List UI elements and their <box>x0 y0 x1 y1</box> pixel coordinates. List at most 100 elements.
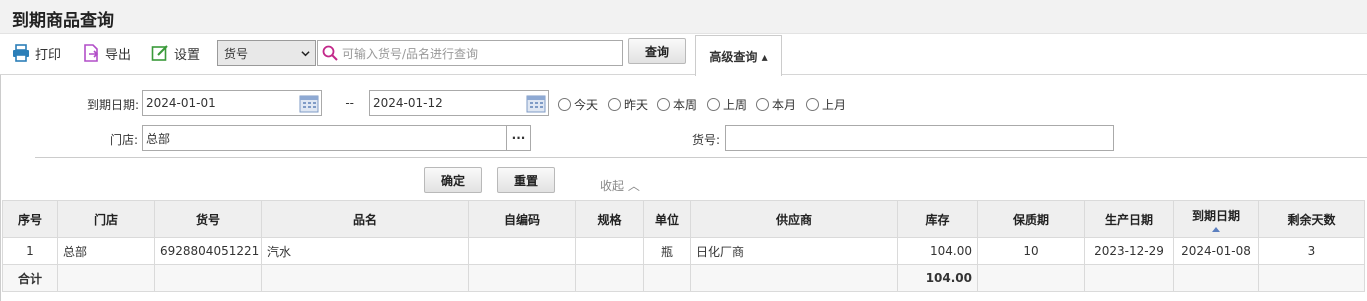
filter-divider <box>35 157 1367 158</box>
col-header-store[interactable]: 门店 <box>57 200 155 238</box>
date-from-value: 2024-01-01 <box>146 96 216 110</box>
search-field-select[interactable]: 货号 <box>217 40 316 66</box>
total-empty <box>575 264 644 292</box>
advanced-query-tab[interactable]: 高级查询 ▴ <box>695 35 782 76</box>
cell-index: 1 <box>2 237 58 265</box>
radio-circle <box>657 98 670 111</box>
sku-field[interactable] <box>725 125 1114 151</box>
search-placeholder: 可输入货号/品名进行查询 <box>342 46 479 61</box>
cell-expiry-date: 2024-01-08 <box>1173 237 1259 265</box>
col-header-expiry-date[interactable]: 到期日期 <box>1173 200 1259 238</box>
total-empty <box>690 264 898 292</box>
page-title: 到期商品查询 <box>12 11 114 31</box>
radio-this-month-label: 本月 <box>772 98 797 112</box>
settings-label: 设置 <box>174 47 201 63</box>
total-empty <box>1173 264 1259 292</box>
title-bar: 到期商品查询 <box>0 0 1367 34</box>
expiry-date-label: 到期日期: <box>86 98 139 112</box>
col-header-shelf-life[interactable]: 保质期 <box>977 200 1085 238</box>
radio-today[interactable]: 今天 <box>558 96 598 113</box>
col-header-index[interactable]: 序号 <box>2 200 58 238</box>
cell-stock: 104.00 <box>897 237 978 265</box>
settings-button[interactable]: 设置 <box>151 43 200 63</box>
cell-shelf-life: 10 <box>977 237 1085 265</box>
col-header-production-date[interactable]: 生产日期 <box>1084 200 1174 238</box>
export-button[interactable]: 导出 <box>82 43 131 63</box>
store-picker-button[interactable]: ··· <box>506 126 530 150</box>
col-header-days-remaining[interactable]: 剩余天数 <box>1258 200 1365 238</box>
sku-label: 货号: <box>691 133 720 147</box>
export-icon <box>84 44 99 62</box>
calendar-icon[interactable] <box>526 94 546 113</box>
query-button[interactable]: 查询 <box>628 38 686 64</box>
cell-store: 总部 <box>57 237 155 265</box>
col-header-name[interactable]: 品名 <box>261 200 469 238</box>
edit-settings-icon <box>151 45 168 61</box>
collapse-toggle[interactable]: 收起 ︿ <box>600 177 640 194</box>
radio-yesterday-label: 昨天 <box>624 98 649 112</box>
total-label: 合计 <box>2 264 58 292</box>
search-icon <box>322 45 338 61</box>
radio-this-week[interactable]: 本周 <box>657 96 697 113</box>
radio-circle <box>756 98 769 111</box>
col-header-sku[interactable]: 货号 <box>154 200 262 238</box>
radio-last-month-label: 上月 <box>822 98 847 112</box>
radio-circle <box>608 98 621 111</box>
table-header-row: 序号 门店 货号 品名 自编码 规格 单位 供应商 库存 保质期 生产日期 到期… <box>2 200 1365 238</box>
col-header-supplier[interactable]: 供应商 <box>690 200 898 238</box>
col-header-unit[interactable]: 单位 <box>643 200 691 238</box>
cell-production-date: 2023-12-29 <box>1084 237 1174 265</box>
total-empty <box>643 264 691 292</box>
date-to-field[interactable]: 2024-01-12 <box>369 90 549 116</box>
cell-unit: 瓶 <box>643 237 691 265</box>
cell-spec <box>575 237 644 265</box>
store-label: 门店: <box>109 133 138 147</box>
reset-button[interactable]: 重置 <box>497 167 555 193</box>
radio-circle <box>707 98 720 111</box>
cell-supplier: 日化厂商 <box>690 237 898 265</box>
radio-last-week[interactable]: 上周 <box>707 96 747 113</box>
radio-this-month[interactable]: 本月 <box>756 96 796 113</box>
total-empty <box>1084 264 1174 292</box>
total-empty <box>1258 264 1365 292</box>
col-header-stock[interactable]: 库存 <box>897 200 978 238</box>
search-field-select-value: 货号 <box>224 46 249 61</box>
printer-icon <box>13 44 29 62</box>
date-range-separator: -- <box>345 96 354 110</box>
cell-name: 汽水 <box>261 237 469 265</box>
total-empty <box>57 264 155 292</box>
radio-last-week-label: 上周 <box>723 98 748 112</box>
toolbar: 打印 导出 设置 货号 可输入货号/品名进行查询 查询 高级查询 ▴ <box>0 35 1367 76</box>
cell-sku: 6928804051221 <box>154 237 262 265</box>
chevron-down-icon <box>301 51 310 57</box>
print-label: 打印 <box>35 47 62 63</box>
calendar-icon[interactable] <box>299 94 319 113</box>
table-row[interactable]: 1 总部 6928804051221 汽水 瓶 日化厂商 104.00 10 2… <box>2 237 1365 265</box>
table-total-row: 合计 104.00 <box>2 264 1365 292</box>
results-table: 序号 门店 货号 品名 自编码 规格 单位 供应商 库存 保质期 生产日期 到期… <box>2 200 1365 292</box>
print-button[interactable]: 打印 <box>12 43 61 63</box>
date-to-value: 2024-01-12 <box>373 96 443 110</box>
col-header-expiry-date-label: 到期日期 <box>1191 208 1240 223</box>
date-from-field[interactable]: 2024-01-01 <box>142 90 322 116</box>
cell-custom-code <box>468 237 576 265</box>
store-value: 总部 <box>146 131 171 146</box>
total-stock: 104.00 <box>897 264 978 292</box>
export-label: 导出 <box>105 47 132 63</box>
store-field[interactable]: 总部 ··· <box>142 125 531 151</box>
total-empty <box>977 264 1085 292</box>
panel-left-border <box>0 75 1 301</box>
total-empty <box>468 264 576 292</box>
radio-circle <box>806 98 819 111</box>
total-empty <box>154 264 262 292</box>
radio-today-label: 今天 <box>574 98 599 112</box>
radio-circle <box>558 98 571 111</box>
radio-yesterday[interactable]: 昨天 <box>608 96 648 113</box>
search-input[interactable]: 可输入货号/品名进行查询 <box>317 40 623 66</box>
col-header-spec[interactable]: 规格 <box>575 200 644 238</box>
col-header-custom-code[interactable]: 自编码 <box>468 200 576 238</box>
sort-ascending-icon <box>1212 226 1220 232</box>
confirm-button[interactable]: 确定 <box>424 167 482 193</box>
cell-days-remaining: 3 <box>1258 237 1365 265</box>
radio-last-month[interactable]: 上月 <box>806 96 846 113</box>
